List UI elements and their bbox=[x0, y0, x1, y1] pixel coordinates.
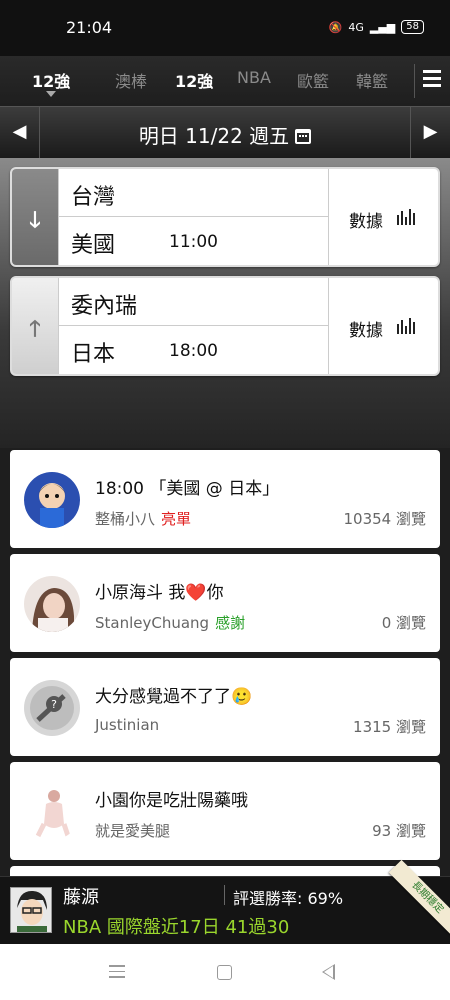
post-views: 93 瀏覽 bbox=[372, 822, 426, 840]
expand-toggle[interactable]: 🡑 bbox=[12, 278, 58, 374]
default-avatar-icon: ? bbox=[24, 680, 80, 736]
status-time: 21:04 bbox=[66, 18, 113, 37]
recent-apps-icon[interactable] bbox=[109, 965, 125, 982]
status-icons: 🔕 4G ▂▄▆ 58 bbox=[329, 20, 424, 34]
back-icon[interactable] bbox=[322, 964, 335, 980]
sport-tab-bar: 12強 澳棒 12強 NBA 歐籃 韓籃 bbox=[0, 56, 450, 106]
next-day-button[interactable]: ▶ bbox=[410, 107, 450, 159]
bar-chart-icon bbox=[397, 207, 415, 225]
team-name: 日本 bbox=[71, 342, 116, 367]
expert-name: 藤源 bbox=[63, 887, 99, 908]
calendar-icon bbox=[295, 129, 312, 144]
home-icon[interactable] bbox=[217, 965, 232, 980]
post-tag: 亮單 bbox=[161, 510, 192, 528]
post-title: 小原海斗 我❤️你 bbox=[95, 583, 224, 603]
team-row: 美國 11:00 bbox=[58, 217, 328, 265]
game-time: 11:00 bbox=[169, 232, 218, 252]
avatar bbox=[24, 784, 80, 840]
games-list: 🡓 台灣 美國 11:00 數據 🡑 委內瑞 日本 18:00 數據 bbox=[0, 158, 450, 448]
tab-euro-basketball[interactable]: 歐籃 bbox=[297, 68, 329, 92]
svg-text:?: ? bbox=[51, 698, 57, 711]
stats-label: 數據 bbox=[349, 321, 383, 341]
post-author-line: 就是愛美腿 bbox=[95, 820, 170, 841]
tab-12-strong-selected[interactable]: 12強 bbox=[32, 68, 70, 92]
post-views: 10354 瀏覽 bbox=[343, 510, 427, 528]
expert-banner[interactable]: 藤源 評選勝率: 69% NBA 國際盤近17日 41過30 長期穩定 bbox=[0, 859, 450, 944]
post-author-line: StanleyChuang 感謝 bbox=[95, 612, 245, 633]
post-title: 小園你是吃壯陽藥哦 bbox=[95, 791, 248, 811]
expert-avatar bbox=[10, 887, 52, 933]
signal-icon: ▂▄▆ bbox=[369, 20, 396, 34]
tab-korea-basketball[interactable]: 韓籃 bbox=[356, 68, 388, 92]
post-views: 1315 瀏覽 bbox=[353, 718, 426, 736]
avatar bbox=[24, 472, 80, 528]
post-title: 大分感覺過不了了🥲 bbox=[95, 687, 253, 707]
post-card[interactable]: 小原海斗 我❤️你 StanleyChuang 感謝 0 瀏覽 bbox=[10, 554, 440, 652]
divider bbox=[224, 885, 225, 905]
game-time: 18:00 bbox=[169, 341, 218, 361]
win-rate: 評選勝率: 69% bbox=[233, 889, 344, 908]
bar-chart-icon bbox=[397, 316, 415, 334]
post-card[interactable]: ? 大分感覺過不了了🥲 Justinian 1315 瀏覽 bbox=[10, 658, 440, 756]
tab-12-strong[interactable]: 12強 bbox=[175, 68, 213, 92]
post-card[interactable]: 18:00 「美國 @ 日本」 整桶小八 亮單 10354 瀏覽 bbox=[10, 450, 440, 548]
posts-list: 18:00 「美國 @ 日本」 整桶小八 亮單 10354 瀏覽 小原海斗 我❤️… bbox=[0, 448, 450, 876]
post-card[interactable]: 小園你是吃壯陽藥哦 就是愛美腿 93 瀏覽 bbox=[10, 762, 440, 860]
team-row: 日本 18:00 bbox=[58, 326, 328, 374]
post-author-line: 整桶小八 亮單 bbox=[95, 508, 191, 529]
post-title: 18:00 「美國 @ 日本」 bbox=[95, 479, 280, 499]
date-bar: ◀ 明日 11/22 週五 ▶ bbox=[0, 106, 450, 159]
post-tag: 感謝 bbox=[215, 614, 246, 632]
tab-selected-indicator bbox=[46, 91, 56, 97]
post-author: Justinian bbox=[95, 716, 160, 734]
team-name: 台灣 bbox=[71, 185, 116, 210]
network-label: 4G bbox=[348, 20, 364, 34]
hamburger-menu-icon[interactable] bbox=[414, 64, 442, 98]
stats-label: 數據 bbox=[349, 212, 383, 232]
date-label: 明日 11/22 週五 bbox=[138, 124, 290, 148]
arrow-down-icon: 🡓 bbox=[29, 208, 41, 233]
game-card[interactable]: 🡑 委內瑞 日本 18:00 數據 bbox=[10, 276, 440, 376]
post-author: StanleyChuang bbox=[95, 614, 210, 632]
post-card[interactable] bbox=[10, 866, 440, 876]
status-bar: 21:04 🔕 4G ▂▄▆ 58 bbox=[0, 0, 450, 56]
arrow-up-icon: 🡑 bbox=[29, 317, 41, 342]
post-views: 0 瀏覽 bbox=[381, 614, 426, 632]
avatar bbox=[24, 576, 80, 632]
team-name: 委內瑞 bbox=[71, 294, 138, 319]
team-row: 台灣 bbox=[58, 169, 328, 217]
team-name: 美國 bbox=[71, 233, 116, 258]
stats-button[interactable]: 數據 bbox=[328, 278, 438, 374]
expert-record: NBA 國際盤近17日 41過30 bbox=[63, 917, 290, 938]
stats-button[interactable]: 數據 bbox=[328, 169, 438, 265]
tab-nba[interactable]: NBA bbox=[237, 68, 271, 87]
system-nav-bar bbox=[0, 944, 450, 1000]
game-card[interactable]: 🡓 台灣 美國 11:00 數據 bbox=[10, 167, 440, 267]
date-picker[interactable]: 明日 11/22 週五 bbox=[0, 120, 450, 149]
post-author: 就是愛美腿 bbox=[95, 822, 171, 840]
post-author-line: Justinian bbox=[95, 716, 159, 734]
tab-australian-baseball[interactable]: 澳棒 bbox=[115, 68, 147, 92]
collapse-toggle[interactable]: 🡓 bbox=[12, 169, 58, 265]
team-row: 委內瑞 bbox=[58, 278, 328, 326]
post-author: 整桶小八 bbox=[95, 510, 156, 528]
battery-icon: 58 bbox=[401, 20, 424, 34]
mute-icon: 🔕 bbox=[328, 20, 343, 34]
